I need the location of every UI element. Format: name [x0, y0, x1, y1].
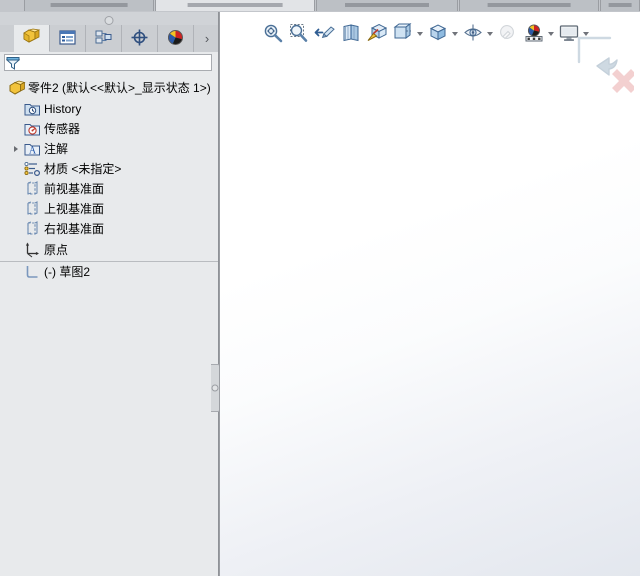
sketch-confirm-corner — [564, 32, 636, 94]
tab-dimxpert-manager[interactable] — [122, 25, 158, 52]
tree-item-origin-label: 原点 — [44, 243, 69, 257]
tab-configuration-manager[interactable] — [86, 25, 122, 52]
apply-scene-caret-icon[interactable] — [547, 20, 556, 46]
tree-item-sketch2[interactable]: (-) 草图2 — [24, 263, 90, 282]
ribbon-tab-features-glyph — [50, 3, 128, 7]
feature-tree: 零件2 (默认<<默认>_显示状态 1>) History 传感器 A 注解 材… — [0, 74, 218, 576]
history-icon — [24, 101, 41, 118]
feature-manager-panel: › 零件2 (默认<<默认>_显示状态 1>) History 传感器 A 注解… — [0, 12, 220, 576]
plane-icon — [24, 201, 41, 218]
manager-tab-bar: › — [0, 25, 218, 53]
plane-icon — [24, 181, 41, 198]
tree-item-front-plane-label: 前视基准面 — [44, 182, 105, 196]
apply-scene-button[interactable] — [521, 20, 547, 46]
sketch-icon — [24, 264, 41, 281]
tree-item-sensors[interactable]: 传感器 — [24, 120, 80, 139]
view-orientation-button[interactable] — [364, 20, 390, 46]
ribbon-tab-markup-glyph — [345, 3, 429, 7]
tree-item-annotations[interactable]: A 注解 — [24, 140, 68, 159]
display-cube-caret-icon[interactable] — [451, 20, 460, 46]
cancel-x-icon — [612, 69, 636, 93]
origin-axes-icon — [24, 242, 41, 259]
part-icon — [8, 80, 26, 97]
splitter-grip-icon — [211, 384, 219, 392]
zoom-to-fit-button[interactable] — [260, 20, 286, 46]
tab-feature-manager[interactable] — [14, 25, 50, 52]
dimxpert-icon — [131, 29, 148, 49]
tree-rollback-separator — [0, 261, 218, 262]
manager-tabs-overflow-button[interactable]: › — [196, 25, 218, 52]
tree-item-sketch2-label: (-) 草图2 — [44, 265, 90, 279]
ribbon-tab-markup[interactable] — [316, 0, 458, 11]
display-style-button[interactable] — [390, 20, 416, 46]
solidworks-window: › 零件2 (默认<<默认>_显示状态 1>) History 传感器 A 注解… — [0, 0, 640, 576]
tab-property-manager[interactable] — [50, 25, 86, 52]
ribbon-tab-sketch-glyph — [187, 3, 283, 7]
hide-show-items-caret-icon[interactable] — [486, 20, 495, 46]
ribbon-tab-addins[interactable] — [600, 0, 640, 11]
tree-expand-annotations[interactable] — [12, 145, 21, 154]
tree-filter-row — [0, 52, 218, 74]
edit-appearance-button[interactable] — [495, 20, 521, 46]
panel-collapse-bar[interactable] — [0, 12, 218, 26]
tree-item-front-plane[interactable]: 前视基准面 — [24, 180, 104, 199]
view-heads-up-toolbar — [260, 18, 591, 48]
tree-item-root[interactable]: 零件2 (默认<<默认>_显示状态 1>) — [8, 79, 211, 98]
property-list-icon — [59, 29, 76, 48]
display-style-caret-icon[interactable] — [416, 20, 425, 46]
tree-item-top-plane[interactable]: 上视基准面 — [24, 200, 104, 219]
tree-item-right-plane-label: 右视基准面 — [44, 222, 105, 236]
part-tree-icon — [22, 28, 41, 48]
zoom-to-area-button[interactable] — [286, 20, 312, 46]
ribbon-tab-evaluate[interactable] — [459, 0, 599, 11]
ribbon-tab-features[interactable] — [24, 0, 154, 11]
tree-item-history[interactable]: History — [24, 100, 81, 119]
ribbon-tab-evaluate-glyph — [487, 3, 571, 7]
svg-text:A: A — [29, 146, 37, 157]
section-view-button[interactable] — [338, 20, 364, 46]
sketch-exit-arrow-icon — [577, 36, 618, 76]
material-icon — [24, 161, 41, 178]
panel-grip-icon — [104, 16, 114, 25]
graphics-viewport[interactable] — [220, 12, 640, 576]
tree-item-material-label: 材质 <未指定> — [44, 162, 122, 176]
tab-appearance-manager[interactable] — [158, 25, 194, 52]
tree-item-right-plane[interactable]: 右视基准面 — [24, 220, 104, 239]
ribbon-tab-sketch[interactable] — [155, 0, 315, 11]
tree-item-sensors-label: 传感器 — [44, 122, 81, 136]
tree-filter-input[interactable] — [4, 54, 212, 71]
tree-item-annotations-label: 注解 — [44, 142, 69, 156]
tree-item-origin[interactable]: 原点 — [24, 241, 68, 260]
previous-view-button[interactable] — [312, 20, 338, 46]
filter-funnel-icon[interactable] — [5, 56, 21, 70]
appearances-sphere-icon — [167, 29, 184, 49]
tree-item-top-plane-label: 上视基准面 — [44, 202, 105, 216]
tree-item-material[interactable]: 材质 <未指定> — [24, 160, 121, 179]
tree-item-root-label: 零件2 (默认<<默认>_显示状态 1>) — [28, 81, 211, 95]
configuration-icon — [95, 29, 112, 48]
display-cube-button[interactable] — [425, 20, 451, 46]
hide-show-items-button[interactable] — [460, 20, 486, 46]
annotations-folder-icon: A — [24, 141, 41, 158]
tree-item-history-label: History — [44, 102, 82, 116]
sensor-icon — [24, 121, 41, 138]
ribbon-tab-addins-glyph — [608, 3, 632, 7]
plane-icon — [24, 221, 41, 238]
